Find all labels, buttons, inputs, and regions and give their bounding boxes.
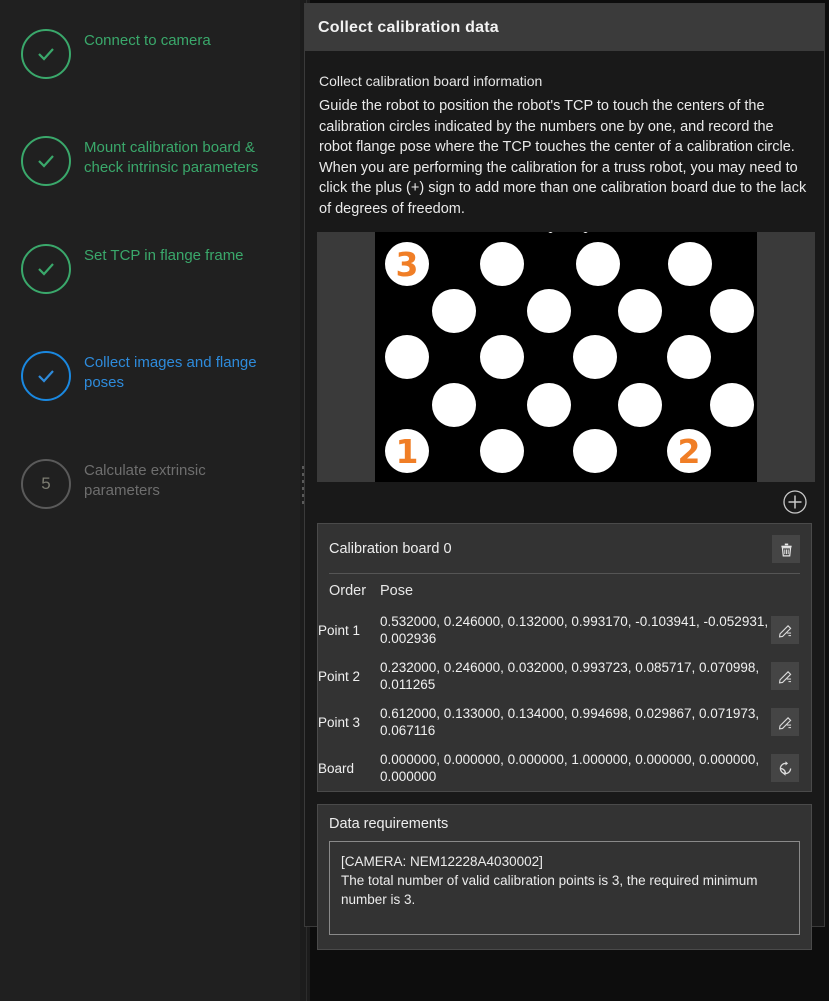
column-header-actions: [771, 574, 811, 607]
calibration-dot: [576, 242, 620, 286]
calibration-dot: [432, 383, 476, 427]
sidebar-item-collect-images-and-flange-poses[interactable]: Collect images and flange poses: [0, 351, 300, 401]
sidebar-item-label: Mount calibration board & check intrinsi…: [84, 136, 284, 178]
calibration-dot: [480, 335, 524, 379]
wizard-step-sidebar: Connect to camera Mount calibration boar…: [0, 0, 300, 1001]
sidebar-item-label: Connect to camera: [84, 29, 211, 51]
calibration-dot: [710, 383, 754, 427]
panel-header: Collect calibration data: [305, 4, 824, 51]
calibration-dot: [583, 232, 588, 233]
sidebar-item-connect-to-camera[interactable]: Connect to camera: [0, 29, 300, 79]
calibration-dot: [573, 429, 617, 473]
step-status-circle-5: 5: [21, 459, 71, 509]
sidebar-item-set-tcp-in-flange-frame[interactable]: Set TCP in flange frame: [0, 244, 300, 294]
calibration-wizard-window: Connect to camera Mount calibration boar…: [0, 0, 829, 1001]
calibration-dot: [710, 289, 754, 333]
plus-circle-icon: [782, 489, 808, 515]
step-number-label: 5: [23, 461, 69, 507]
add-board-row: [317, 481, 812, 523]
sidebar-item-calculate-extrinsic-parameters[interactable]: 5 Calculate extrinsic parameters: [0, 459, 300, 509]
calibration-dot: [573, 335, 617, 379]
table-row[interactable]: Point 3 0.612000, 0.133000, 0.134000, 0.…: [318, 699, 811, 745]
description-heading: Collect calibration board information: [317, 51, 812, 96]
step-status-circle-1: [21, 29, 71, 79]
sidebar-item-label: Calculate extrinsic parameters: [84, 459, 284, 501]
check-icon: [34, 149, 58, 173]
row-pose-value: 0.532000, 0.246000, 0.132000, 0.993170, …: [380, 607, 771, 653]
row-pose-value: 0.612000, 0.133000, 0.134000, 0.994698, …: [380, 699, 771, 745]
sidebar-item-mount-calibration-board[interactable]: Mount calibration board & check intrinsi…: [0, 136, 300, 186]
calibration-marker-3: 3: [385, 242, 429, 286]
refresh-board-pose-button[interactable]: [771, 754, 799, 782]
add-calibration-board-button[interactable]: [782, 489, 808, 515]
row-action-cell: [771, 607, 811, 653]
calibration-dot: [667, 335, 711, 379]
calibration-dot: [618, 289, 662, 333]
row-pose-value: 0.000000, 0.000000, 0.000000, 1.000000, …: [380, 745, 771, 791]
refresh-icon: [777, 760, 794, 777]
row-pose-value: 0.232000, 0.246000, 0.032000, 0.993723, …: [380, 653, 771, 699]
collect-calibration-data-panel: Collect calibration data Collect calibra…: [304, 3, 825, 927]
table-row[interactable]: Point 1 0.532000, 0.246000, 0.132000, 0.…: [318, 607, 811, 653]
calibration-marker-2: 2: [667, 429, 711, 473]
check-icon: [34, 364, 58, 388]
table-row[interactable]: Point 2 0.232000, 0.246000, 0.032000, 0.…: [318, 653, 811, 699]
edit-point-button[interactable]: [771, 616, 799, 644]
pose-table: Order Pose Point 1 0.532000, 0.246000, 0…: [318, 574, 811, 791]
edit-point-button[interactable]: [771, 708, 799, 736]
description-body: Guide the robot to position the robot's …: [317, 96, 812, 229]
step-status-circle-3: [21, 244, 71, 294]
calibration-dot: [668, 242, 712, 286]
calibration-image-viewport[interactable]: 3 1 2: [317, 232, 815, 482]
delete-board-button[interactable]: [772, 535, 800, 563]
step-status-circle-4: [21, 351, 71, 401]
row-order-label: Point 1: [318, 607, 380, 653]
calibration-dot: [618, 383, 662, 427]
check-icon: [34, 257, 58, 281]
pencil-icon: [777, 714, 794, 731]
calibration-board-card: Calibration board 0: [317, 523, 812, 792]
sidebar-item-label: Collect images and flange poses: [84, 351, 284, 393]
calibration-board-title: Calibration board 0: [329, 541, 452, 557]
calibration-dot: [480, 242, 524, 286]
calibration-board-card-header: Calibration board 0: [318, 524, 811, 573]
table-row[interactable]: Board 0.000000, 0.000000, 0.000000, 1.00…: [318, 745, 811, 791]
step-status-circle-2: [21, 136, 71, 186]
sidebar-item-label: Set TCP in flange frame: [84, 244, 244, 266]
column-header-order: Order: [318, 574, 380, 607]
calibration-dot: [527, 383, 571, 427]
calibration-marker-1: 1: [385, 429, 429, 473]
calibration-dot: [548, 232, 553, 233]
row-action-cell: [771, 745, 811, 791]
calibration-dot: [385, 335, 429, 379]
calibration-dot: [480, 429, 524, 473]
row-action-cell: [771, 699, 811, 745]
trash-icon: [778, 541, 795, 558]
row-order-label: Point 2: [318, 653, 380, 699]
edit-point-button[interactable]: [771, 662, 799, 690]
column-header-pose: Pose: [380, 574, 771, 607]
data-requirements-message: [CAMERA: NEM12228A4030002] The total num…: [329, 841, 800, 935]
row-order-label: Board: [318, 745, 380, 791]
row-action-cell: [771, 653, 811, 699]
data-requirements-card: Data requirements [CAMERA: NEM12228A4030…: [317, 804, 812, 950]
pencil-icon: [777, 668, 794, 685]
pose-table-header-row: Order Pose: [318, 574, 811, 607]
check-icon: [34, 42, 58, 66]
pencil-icon: [777, 622, 794, 639]
data-requirements-title: Data requirements: [329, 816, 800, 832]
page-title: Collect calibration data: [318, 19, 499, 37]
calibration-image-preview-area: 3 1 2: [317, 229, 812, 481]
calibration-dot: [432, 289, 476, 333]
calibration-dot: [527, 289, 571, 333]
calibration-board-image: 3 1 2: [375, 232, 757, 482]
row-order-label: Point 3: [318, 699, 380, 745]
panel-body: Collect calibration board information Gu…: [305, 51, 824, 950]
